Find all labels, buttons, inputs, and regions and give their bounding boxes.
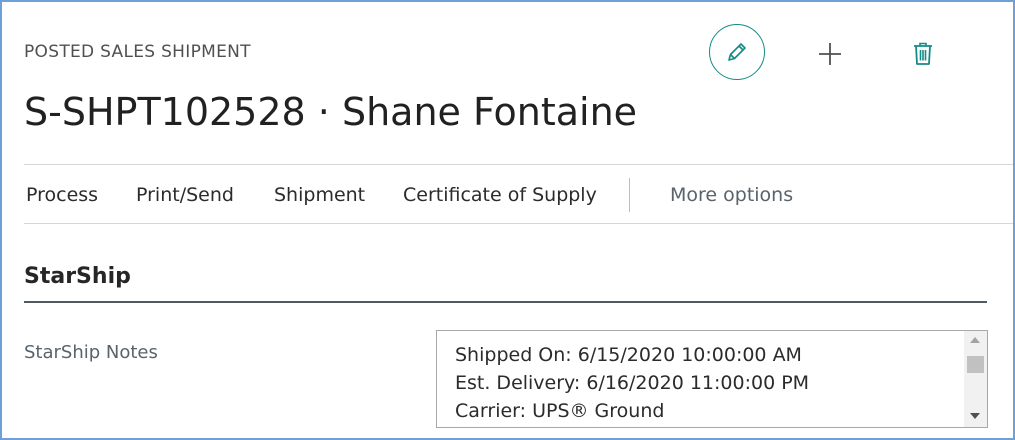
menu-certificate-of-supply[interactable]: Certificate of Supply — [403, 184, 597, 206]
page-caption: POSTED SALES SHIPMENT — [24, 42, 251, 62]
scroll-up-arrow-icon[interactable] — [970, 337, 980, 343]
menu-shipment[interactable]: Shipment — [274, 184, 365, 206]
delete-button[interactable] — [895, 26, 951, 82]
plus-icon — [819, 43, 841, 65]
notes-scrollbar[interactable] — [964, 331, 987, 427]
scroll-thumb[interactable] — [967, 356, 984, 373]
menu-more-options[interactable]: More options — [670, 184, 793, 206]
page-title: S-SHPT102528 · Shane Fontaine — [24, 90, 638, 134]
edit-button[interactable] — [709, 24, 765, 80]
header-divider — [24, 164, 1013, 165]
section-rule — [24, 301, 987, 303]
section-title-starship[interactable]: StarShip — [24, 264, 131, 289]
menu-divider — [24, 223, 1013, 224]
notes-line: Est. Delivery: 6/16/2020 11:00:00 PM — [455, 372, 810, 394]
pencil-icon — [728, 43, 746, 61]
menu-print-send[interactable]: Print/Send — [136, 184, 234, 206]
menu-process[interactable]: Process — [26, 184, 98, 206]
starship-notes-label: StarShip Notes — [24, 342, 158, 363]
page-frame: POSTED SALES SHIPMENT S-SHPT102528 · Sha… — [0, 0, 1015, 440]
trash-icon — [914, 42, 932, 65]
notes-line: Shipped On: 6/15/2020 10:00:00 AM — [455, 344, 802, 366]
starship-notes-field[interactable]: Shipped On: 6/15/2020 10:00:00 AM Est. D… — [436, 330, 988, 428]
notes-line: Carrier: UPS® Ground — [455, 400, 665, 422]
notes-text: Shipped On: 6/15/2020 10:00:00 AM Est. D… — [455, 341, 809, 425]
menu-separator — [629, 178, 630, 212]
scroll-down-arrow-icon[interactable] — [970, 413, 980, 419]
new-button[interactable] — [802, 26, 858, 82]
